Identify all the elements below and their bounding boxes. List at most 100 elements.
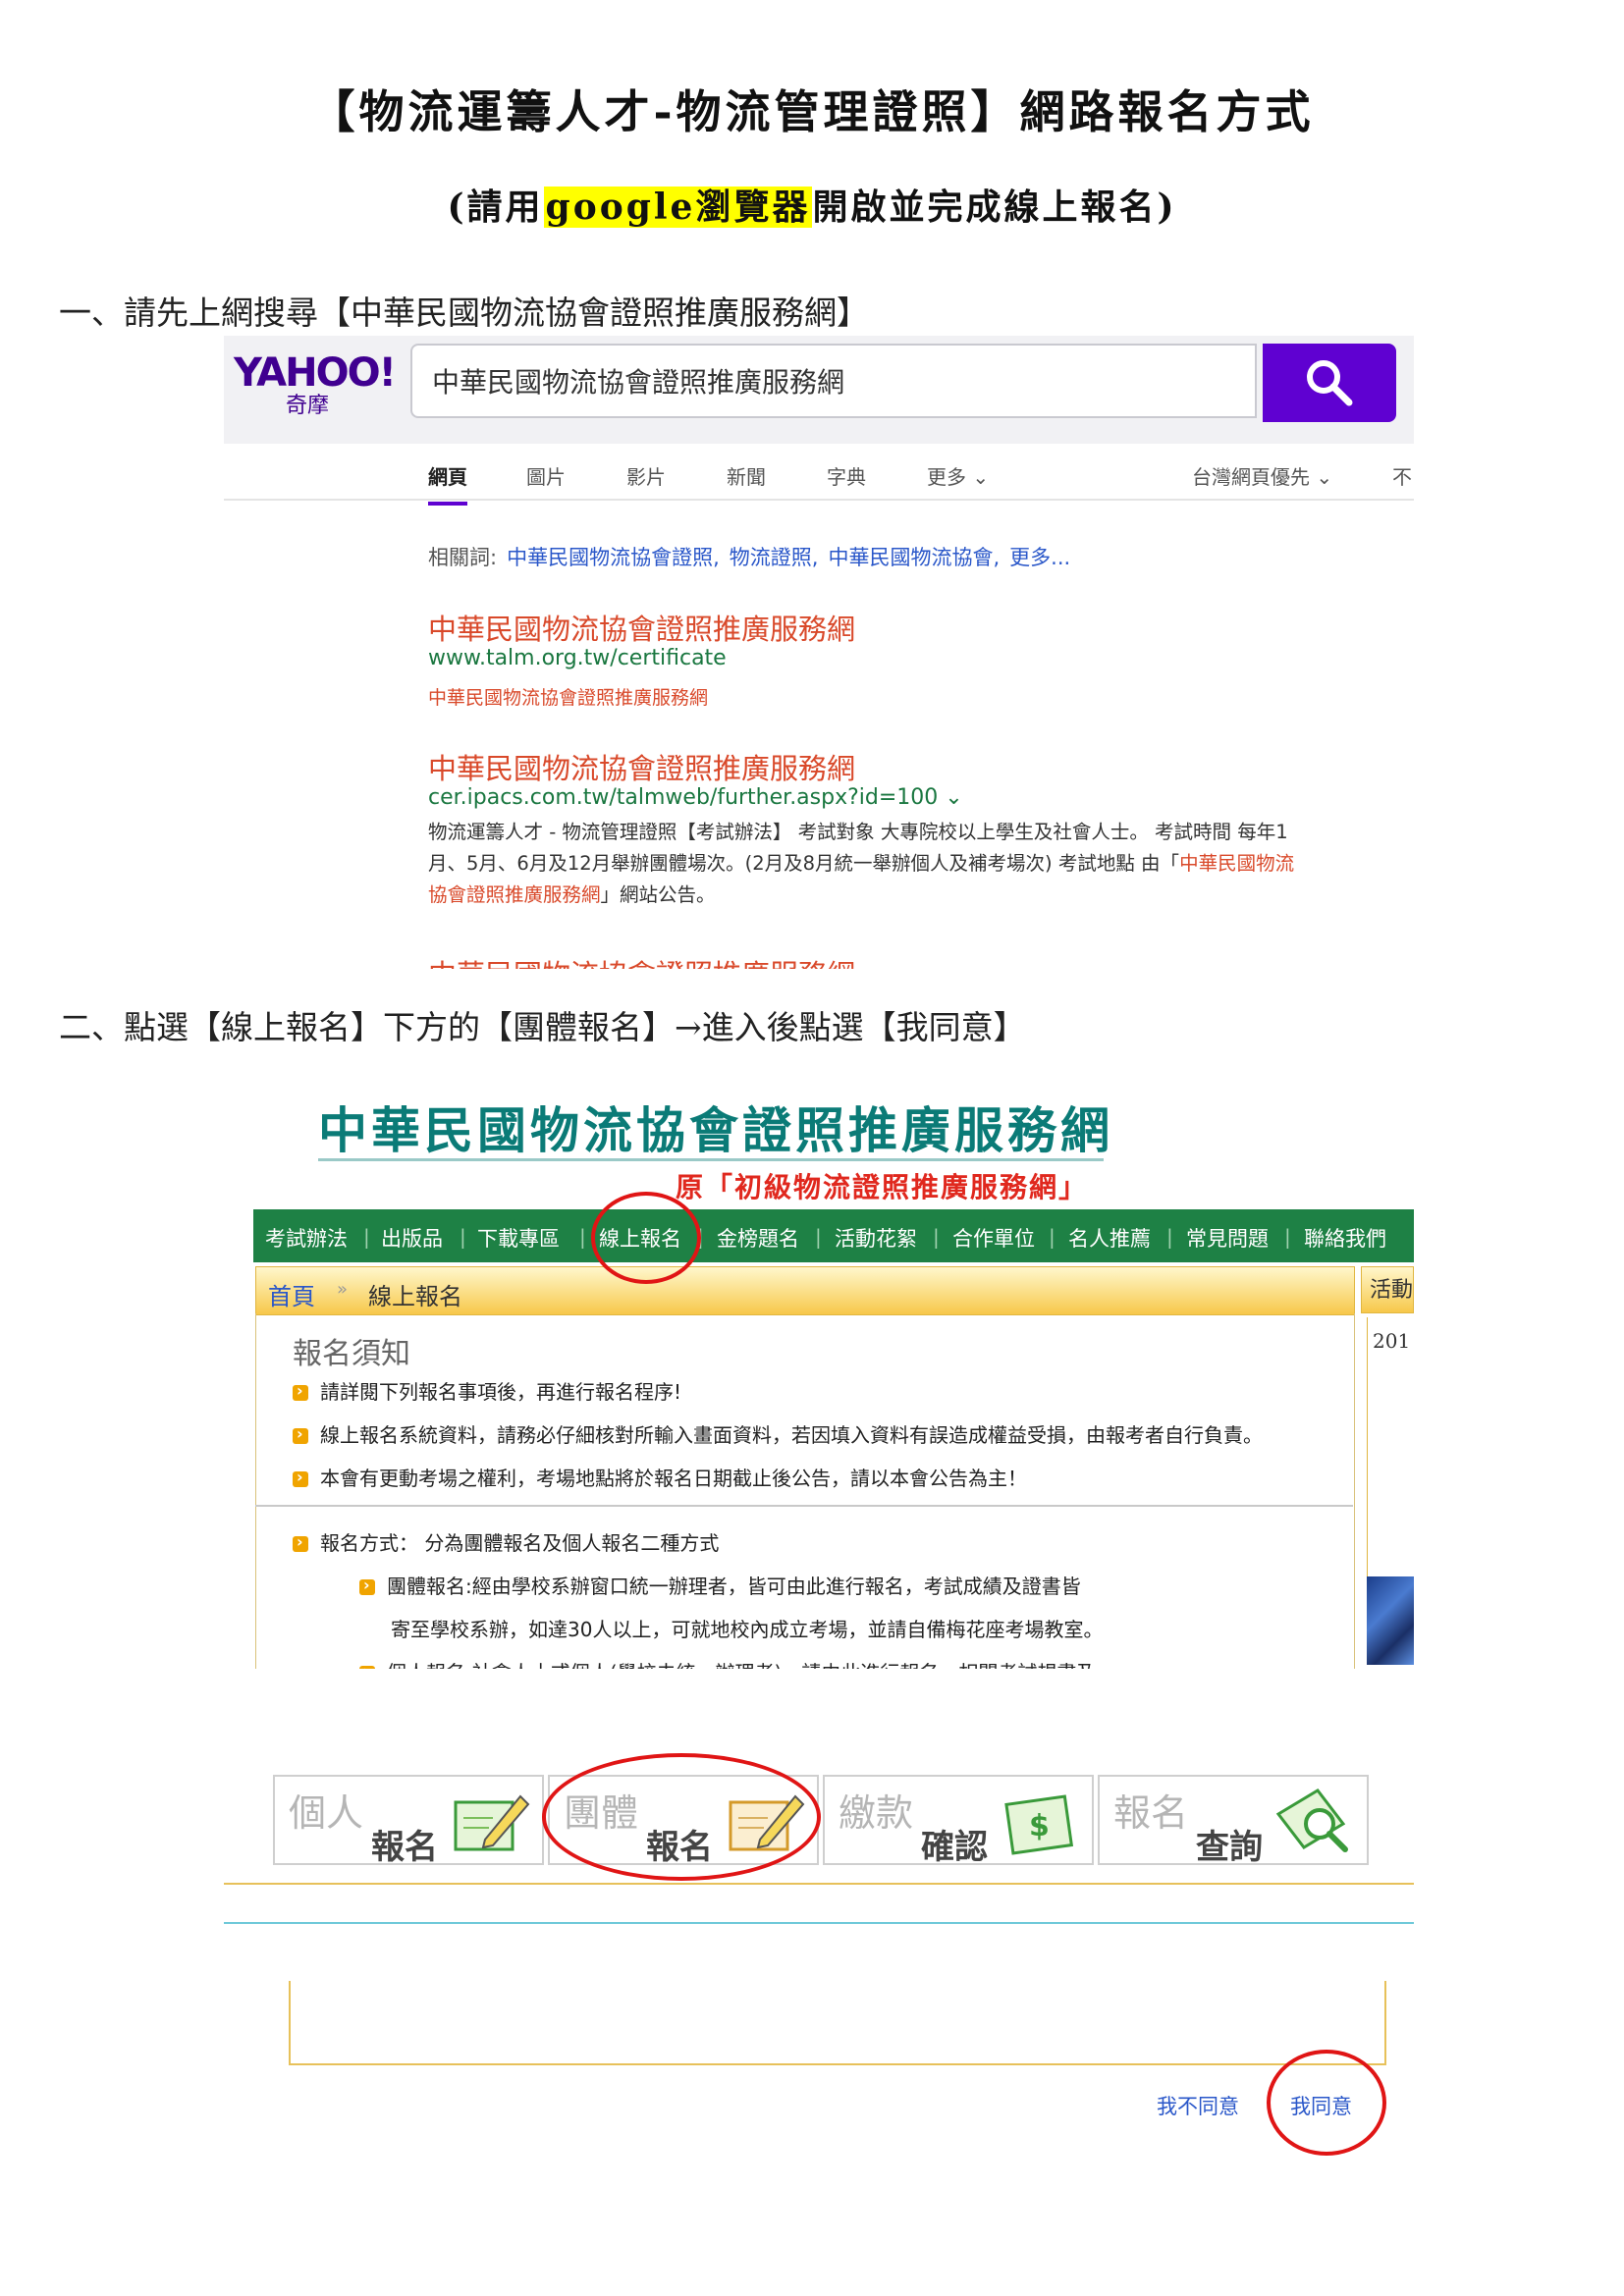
tab-dictionary[interactable]: 字典 — [827, 461, 866, 490]
sidebar-year[interactable]: 201 — [1373, 1329, 1410, 1353]
related-label: 相關詞: — [428, 546, 498, 569]
nav-separator: | — [579, 1225, 586, 1249]
registration-method: 報名方式： 分為團體報名及個人報名二種方式 — [293, 1527, 719, 1556]
nav-separator: | — [1049, 1225, 1056, 1249]
nav-recommendations[interactable]: 名人推薦 — [1068, 1223, 1151, 1253]
breadcrumb-arrow-icon: » — [337, 1279, 349, 1300]
notice-item: 線上報名系統資料，請務必仔細核對所輸入畫面資料，若因填入資料有誤造成權益受損，由… — [293, 1419, 1263, 1448]
button-text-top: 個人 — [289, 1791, 364, 1835]
nav-separator: | — [933, 1225, 940, 1249]
time-filter[interactable]: 不 — [1392, 461, 1412, 490]
bullet-icon — [359, 1662, 375, 1669]
snippet-text: 」網站公告。 — [600, 883, 716, 906]
main-nav: 考試辦法 | 出版品 | 下載專區 | 線上報名 | 金榜題名 | 活動花絮 |… — [253, 1209, 1414, 1262]
nav-downloads[interactable]: 下載專區 — [477, 1223, 560, 1253]
nav-separator: | — [363, 1225, 370, 1249]
yahoo-logo-word: YAHOO! — [234, 350, 397, 396]
result-2-title[interactable]: 中華民國物流協會證照推廣服務網 — [428, 746, 855, 787]
bullet-icon — [293, 1468, 308, 1487]
nav-activities[interactable]: 活動花絮 — [835, 1223, 917, 1253]
bullet-icon — [293, 1381, 308, 1401]
result-2-url[interactable]: cer.ipacs.com.tw/talmweb/further.aspx?id… — [428, 785, 963, 810]
tab-web[interactable]: 網頁 — [428, 461, 467, 506]
breadcrumb: 首頁 » 線上報名 — [255, 1266, 1355, 1315]
subtitle-prefix: (請用 — [447, 187, 544, 228]
yahoo-header: YAHOO! 奇摩 中華民國物流協會證照推廣服務網 — [224, 336, 1414, 444]
teal-divider — [224, 1922, 1414, 1924]
nav-contact[interactable]: 聯絡我們 — [1304, 1223, 1386, 1253]
nav-partners[interactable]: 合作單位 — [952, 1223, 1035, 1253]
related-link[interactable]: 中華民國物流協會, — [828, 546, 1000, 569]
nav-separator: | — [1284, 1225, 1291, 1249]
result-1-desc: 中華民國物流協會證照推廣服務網 — [428, 687, 709, 709]
individual-text: 個人報名:社會人士或個人(學校未統一辦理者)，請由此進行報名，相關考試規書及 — [387, 1661, 1096, 1669]
button-text-bottom: 確認 — [921, 1828, 988, 1867]
annotation-circle-group-registration — [542, 1753, 821, 1881]
disagree-button[interactable]: 我不同意 — [1157, 2091, 1239, 2120]
snippet-link[interactable]: 協會證照推廣服務網 — [428, 883, 601, 906]
subtitle-suffix: 開啟並完成線上報名) — [812, 187, 1177, 228]
region-filter[interactable]: 台灣網頁優先 ⌄ — [1192, 461, 1332, 490]
nav-separator: | — [1166, 1225, 1173, 1249]
bullet-icon — [359, 1575, 375, 1595]
related-terms: 相關詞: 中華民國物流協會證照, 物流證照, 中華民國物流協會, 更多... — [428, 542, 1070, 571]
related-more-link[interactable]: 更多... — [1009, 546, 1070, 569]
search-input[interactable]: 中華民國物流協會證照推廣服務網 — [410, 344, 1257, 418]
individual-registration-line: 個人報名:社會人士或個人(學校未統一辦理者)，請由此進行報名，相關考試規書及 — [359, 1657, 1096, 1669]
svg-text:$: $ — [1029, 1809, 1050, 1843]
yahoo-logo[interactable]: YAHOO! 奇摩 — [234, 350, 397, 418]
site-subtitle: 原「初級物流證照推廣服務網」 — [676, 1171, 1089, 1203]
terms-box — [289, 1981, 1386, 2065]
tab-video[interactable]: 影片 — [626, 461, 666, 490]
title-underline — [318, 1158, 1104, 1161]
group-registration-line: 團體報名:經由學校系辦窗口統一辦理者，皆可由此進行報名，考試成績及證書皆 — [359, 1571, 1081, 1599]
method-text: 報名方式： 分為團體報名及個人報名二種方式 — [320, 1531, 720, 1555]
snippet-line: 物流運籌人才 - 物流管理證照【考試辦法】 考試對象 大專院校以上學生及社會人士… — [428, 821, 1288, 843]
step-1-heading: 一、請先上網搜尋【中華民國物流協會證照推廣服務網】 — [59, 294, 869, 332]
payment-confirm-button[interactable]: 繳款 確認 $ — [823, 1775, 1094, 1867]
result-1-title[interactable]: 中華民國物流協會證照推廣服務網 — [428, 607, 855, 648]
notice-title: 報名須知 — [293, 1337, 410, 1371]
button-text-top: 報名 — [1113, 1791, 1189, 1835]
snippet-link[interactable]: 中華民國物流 — [1179, 852, 1294, 875]
snippet-line: 月、5月、6月及12月舉辦團體場次。(2月及8月統一舉辦個人及補考場次) 考試地… — [428, 848, 1390, 880]
annotation-circle-agree — [1267, 2050, 1386, 2156]
tab-images[interactable]: 圖片 — [526, 461, 566, 490]
tab-news[interactable]: 新聞 — [727, 461, 766, 490]
result-3-title[interactable]: 中華民國物流協會證照推廣服務網 — [428, 952, 855, 969]
nav-exam-rules[interactable]: 考試辦法 — [265, 1223, 348, 1253]
notice-text: 請詳閱下列報名事項後，再進行報名程序! — [320, 1380, 682, 1404]
sidebar-activity-header: 活動 — [1361, 1266, 1414, 1313]
button-text-bottom: 報名 — [371, 1828, 438, 1867]
certificate-site-screenshot: 中華民國物流協會證照推廣服務網 原「初級物流證照推廣服務網」 考試辦法 | 出版… — [253, 1078, 1414, 1669]
pencil-form-icon — [454, 1794, 530, 1851]
search-button[interactable] — [1263, 344, 1396, 422]
group-text: 團體報名:經由學校系辦窗口統一辦理者，皆可由此進行報名，考試成績及證書皆 — [387, 1575, 1081, 1598]
yahoo-search-screenshot: YAHOO! 奇摩 中華民國物流協會證照推廣服務網 網頁 圖片 影片 新聞 字典… — [224, 336, 1414, 969]
bullet-icon — [293, 1532, 308, 1552]
registration-query-button[interactable]: 報名 查詢 — [1098, 1775, 1369, 1867]
nav-faq[interactable]: 常見問題 — [1186, 1223, 1269, 1253]
notice-text: 線上報名系統資料，請務必仔細核對所輸入畫面資料，若因填入資料有誤造成權益受損，由… — [320, 1423, 1263, 1447]
sidebar-banner-image[interactable] — [1367, 1576, 1414, 1665]
document-title: 【物流運籌人才-物流管理證照】網路報名方式 — [309, 85, 1315, 138]
yahoo-logo-cn: 奇摩 — [285, 394, 329, 418]
nav-publications[interactable]: 出版品 — [381, 1223, 443, 1253]
result-2-snippet: 物流運籌人才 - 物流管理證照【考試辦法】 考試對象 大專院校以上學生及社會人士… — [428, 817, 1390, 911]
site-title: 中華民國物流協會證照推廣服務網 — [318, 1102, 1113, 1159]
document-subtitle: (請用google瀏覽器開啟並完成線上報名) — [0, 179, 1624, 230]
notice-item: 請詳閱下列報名事項後，再進行報名程序! — [293, 1376, 681, 1405]
individual-registration-button[interactable]: 個人 報名 — [273, 1775, 544, 1867]
nav-separator: | — [460, 1225, 466, 1249]
tab-more[interactable]: 更多 ⌄ — [927, 461, 989, 490]
breadcrumb-current: 線上報名 — [368, 1283, 462, 1310]
snippet-text: 月、5月、6月及12月舉辦團體場次。(2月及8月統一舉辦個人及補考場次) 考試地… — [428, 852, 1180, 875]
yahoo-tabs: 網頁 圖片 影片 新聞 字典 更多 ⌄ 台灣網頁優先 ⌄ 不 — [224, 444, 1414, 506]
related-link[interactable]: 中華民國物流協會證照, — [507, 546, 720, 569]
nav-honor-roll[interactable]: 金榜題名 — [717, 1223, 799, 1253]
search-icon — [1307, 360, 1353, 406]
breadcrumb-home[interactable]: 首頁 — [268, 1277, 315, 1311]
related-link[interactable]: 物流證照, — [730, 546, 819, 569]
money-icon: $ — [1004, 1794, 1074, 1855]
notice-divider — [255, 1505, 1353, 1507]
